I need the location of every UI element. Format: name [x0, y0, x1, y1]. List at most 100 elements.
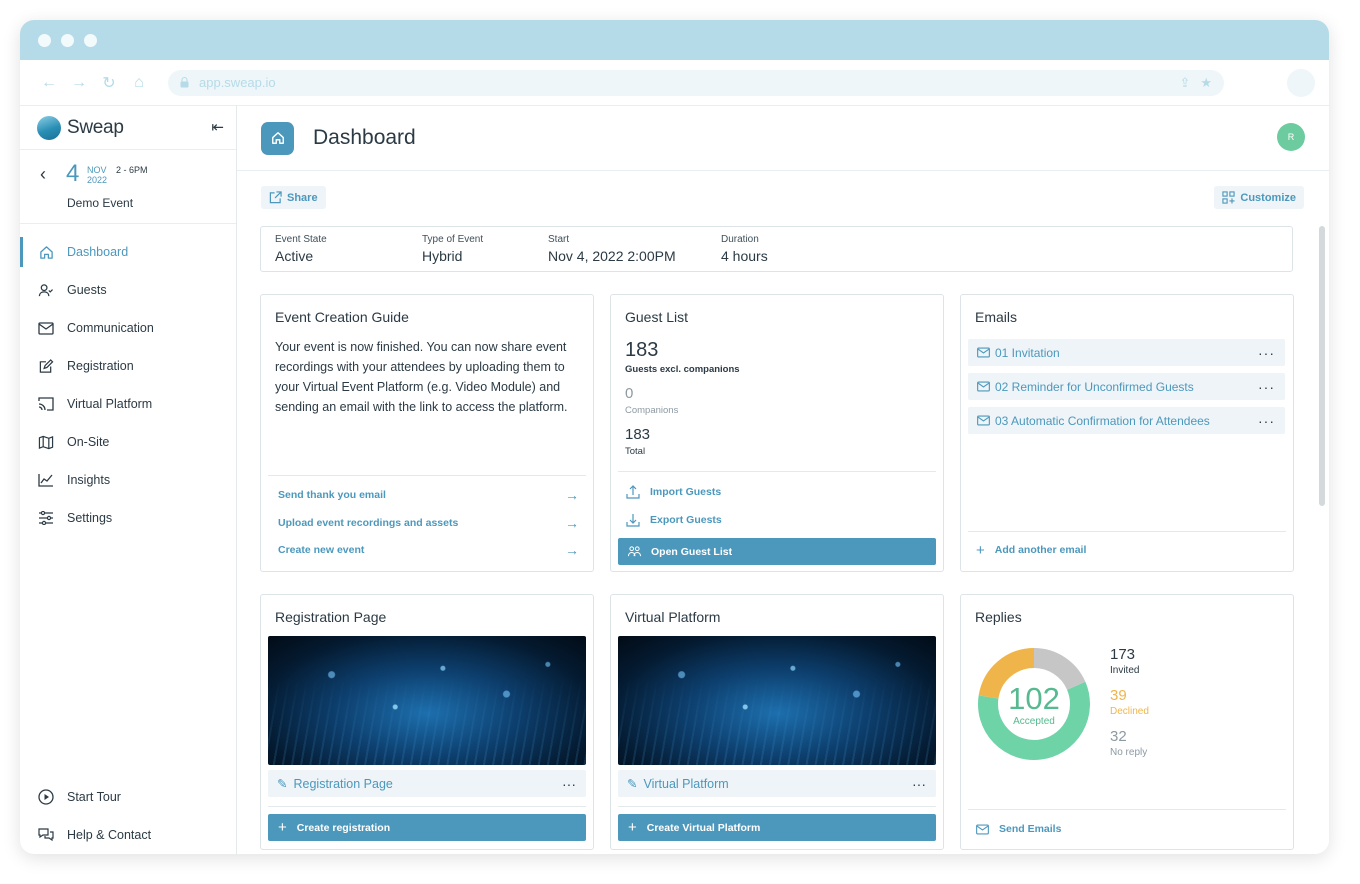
open-guest-list-button[interactable]: Open Guest List [618, 538, 936, 565]
send-emails-label: Send Emails [999, 823, 1062, 835]
emails-card: Emails 01 Invitation ··· 02 Reminder for… [960, 294, 1294, 572]
event-duration-value: 4 hours [721, 248, 768, 264]
invited-count: 173 [1110, 646, 1136, 663]
event-day: 4 [66, 160, 80, 187]
event-state-value: Active [275, 248, 314, 264]
share-button[interactable]: Share [261, 186, 326, 209]
create-registration-label: Create registration [296, 821, 391, 834]
virtual-platform-preview-image [618, 636, 936, 765]
nav-item-dashboard[interactable]: Dashboard [20, 233, 236, 271]
forward-arrow-icon[interactable]: → [64, 74, 94, 92]
more-options-icon[interactable]: ··· [1258, 413, 1275, 429]
people-icon [628, 545, 641, 556]
virtual-platform-item[interactable]: ✎ Virtual Platform ··· [618, 770, 936, 797]
companions-count: 0 [625, 385, 634, 402]
divider [268, 475, 586, 476]
virtual-platform-card: Virtual Platform ✎ Virtual Platform ··· … [610, 594, 944, 850]
url-field[interactable]: app.sweap.io ⇪ ★ [168, 69, 1224, 96]
window-zoom-button[interactable] [84, 33, 97, 47]
registration-page-label: Registration Page [293, 776, 393, 791]
event-header: ‹ 4 NOV 2022 2 - 6PM Demo Event [20, 150, 236, 224]
brand: Sweap ⇤ [20, 106, 236, 150]
arrow-right-icon: → [565, 487, 579, 503]
nav-item-registration[interactable]: Registration [20, 347, 236, 385]
mail-icon [977, 347, 990, 358]
page-header: Dashboard R [237, 106, 1329, 171]
browser-window: ← → ↻ ⌂ app.sweap.io ⇪ ★ Sweap ⇤ ‹ 4 NOV… [20, 20, 1329, 854]
nav-label: On-Site [67, 435, 110, 449]
chevron-left-icon[interactable]: ‹ [40, 164, 46, 185]
bookmark-star-icon[interactable]: ★ [1200, 75, 1212, 91]
browser-profile-avatar[interactable] [1287, 68, 1315, 97]
cast-icon [38, 396, 54, 412]
scrollbar[interactable] [1319, 226, 1325, 506]
brand-name: Sweap [67, 116, 124, 138]
email-item[interactable]: 03 Automatic Confirmation for Attendees … [968, 407, 1285, 434]
event-type-label: Type of Event [422, 234, 484, 245]
external-link-icon [269, 191, 282, 204]
guest-list-card: Guest List 183 Guests excl. companions 0… [610, 294, 944, 572]
send-thank-you-email-link[interactable]: Send thank you email → [278, 486, 579, 504]
declined-label: Declined [1110, 706, 1149, 717]
nav-label: Settings [67, 511, 113, 525]
nav-item-guests[interactable]: Guests [20, 271, 236, 309]
home-icon [38, 244, 54, 260]
nav-item-insights[interactable]: Insights [20, 461, 236, 499]
more-options-icon[interactable]: ··· [1258, 379, 1275, 395]
main-nav: Dashboard Guests Communication Registrat… [20, 233, 236, 537]
nav-item-virtual-platform[interactable]: Virtual Platform [20, 385, 236, 423]
more-options-icon[interactable]: ··· [562, 776, 576, 792]
app: Sweap ⇤ ‹ 4 NOV 2022 2 - 6PM Demo Event D… [20, 106, 1329, 854]
guests-icon [38, 282, 54, 298]
share-page-icon[interactable]: ⇪ [1179, 75, 1190, 91]
card-title: Virtual Platform [625, 609, 721, 625]
more-options-icon[interactable]: ··· [912, 776, 926, 792]
guide-text: Your event is now finished. You can now … [275, 340, 568, 414]
more-options-icon[interactable]: ··· [1258, 345, 1275, 361]
nav-item-help-contact[interactable]: Help & Contact [20, 816, 236, 854]
customize-button[interactable]: Customize [1214, 186, 1304, 209]
back-arrow-icon[interactable]: ← [34, 74, 64, 92]
sliders-icon [38, 510, 54, 526]
nav-item-on-site[interactable]: On-Site [20, 423, 236, 461]
upload-recordings-link[interactable]: Upload event recordings and assets → [278, 514, 579, 532]
email-item[interactable]: 01 Invitation ··· [968, 339, 1285, 366]
replies-card: Replies 102 Accepted 173 Invited 39 Decl… [960, 594, 1294, 850]
mail-icon [977, 415, 990, 426]
window-minimize-button[interactable] [61, 33, 74, 47]
event-state-field: Event State Active [275, 234, 327, 264]
add-another-email-link[interactable]: + Add another email [976, 541, 1086, 559]
window-close-button[interactable] [38, 33, 51, 47]
import-guests-link[interactable]: Import Guests [626, 483, 721, 501]
create-virtual-platform-button[interactable]: + Create Virtual Platform [618, 814, 936, 841]
sidebar: Sweap ⇤ ‹ 4 NOV 2022 2 - 6PM Demo Event D… [20, 106, 237, 854]
nav-label: Virtual Platform [67, 397, 153, 411]
nav-item-communication[interactable]: Communication [20, 309, 236, 347]
home-icon[interactable]: ⌂ [124, 74, 154, 92]
share-label: Share [287, 191, 318, 204]
nav-label: Registration [67, 359, 134, 373]
nav-item-start-tour[interactable]: Start Tour [20, 778, 236, 816]
export-guests-link[interactable]: Export Guests [626, 511, 722, 529]
event-month: NOV [87, 165, 107, 175]
no-reply-label: No reply [1110, 747, 1148, 758]
user-avatar[interactable]: R [1277, 123, 1305, 151]
create-registration-button[interactable]: + Create registration [268, 814, 586, 841]
customize-label: Customize [1240, 191, 1296, 204]
registration-page-item[interactable]: ✎ Registration Page ··· [268, 770, 586, 797]
grid-add-icon [1222, 191, 1236, 204]
reload-icon[interactable]: ↻ [94, 73, 124, 93]
create-new-event-link[interactable]: Create new event → [278, 541, 579, 559]
arrow-right-icon: → [565, 542, 579, 558]
card-title: Guest List [625, 309, 689, 325]
collapse-sidebar-icon[interactable]: ⇤ [211, 118, 224, 136]
lock-icon [180, 77, 189, 88]
divider [968, 531, 1286, 532]
email-title: 02 Reminder for Unconfirmed Guests [995, 379, 1194, 394]
send-emails-link[interactable]: Send Emails [976, 820, 1061, 838]
play-icon [38, 789, 54, 805]
nav-item-settings[interactable]: Settings [20, 499, 236, 537]
sweap-logo-icon [37, 115, 61, 140]
total-label: Total [625, 446, 646, 457]
email-item[interactable]: 02 Reminder for Unconfirmed Guests ··· [968, 373, 1285, 400]
